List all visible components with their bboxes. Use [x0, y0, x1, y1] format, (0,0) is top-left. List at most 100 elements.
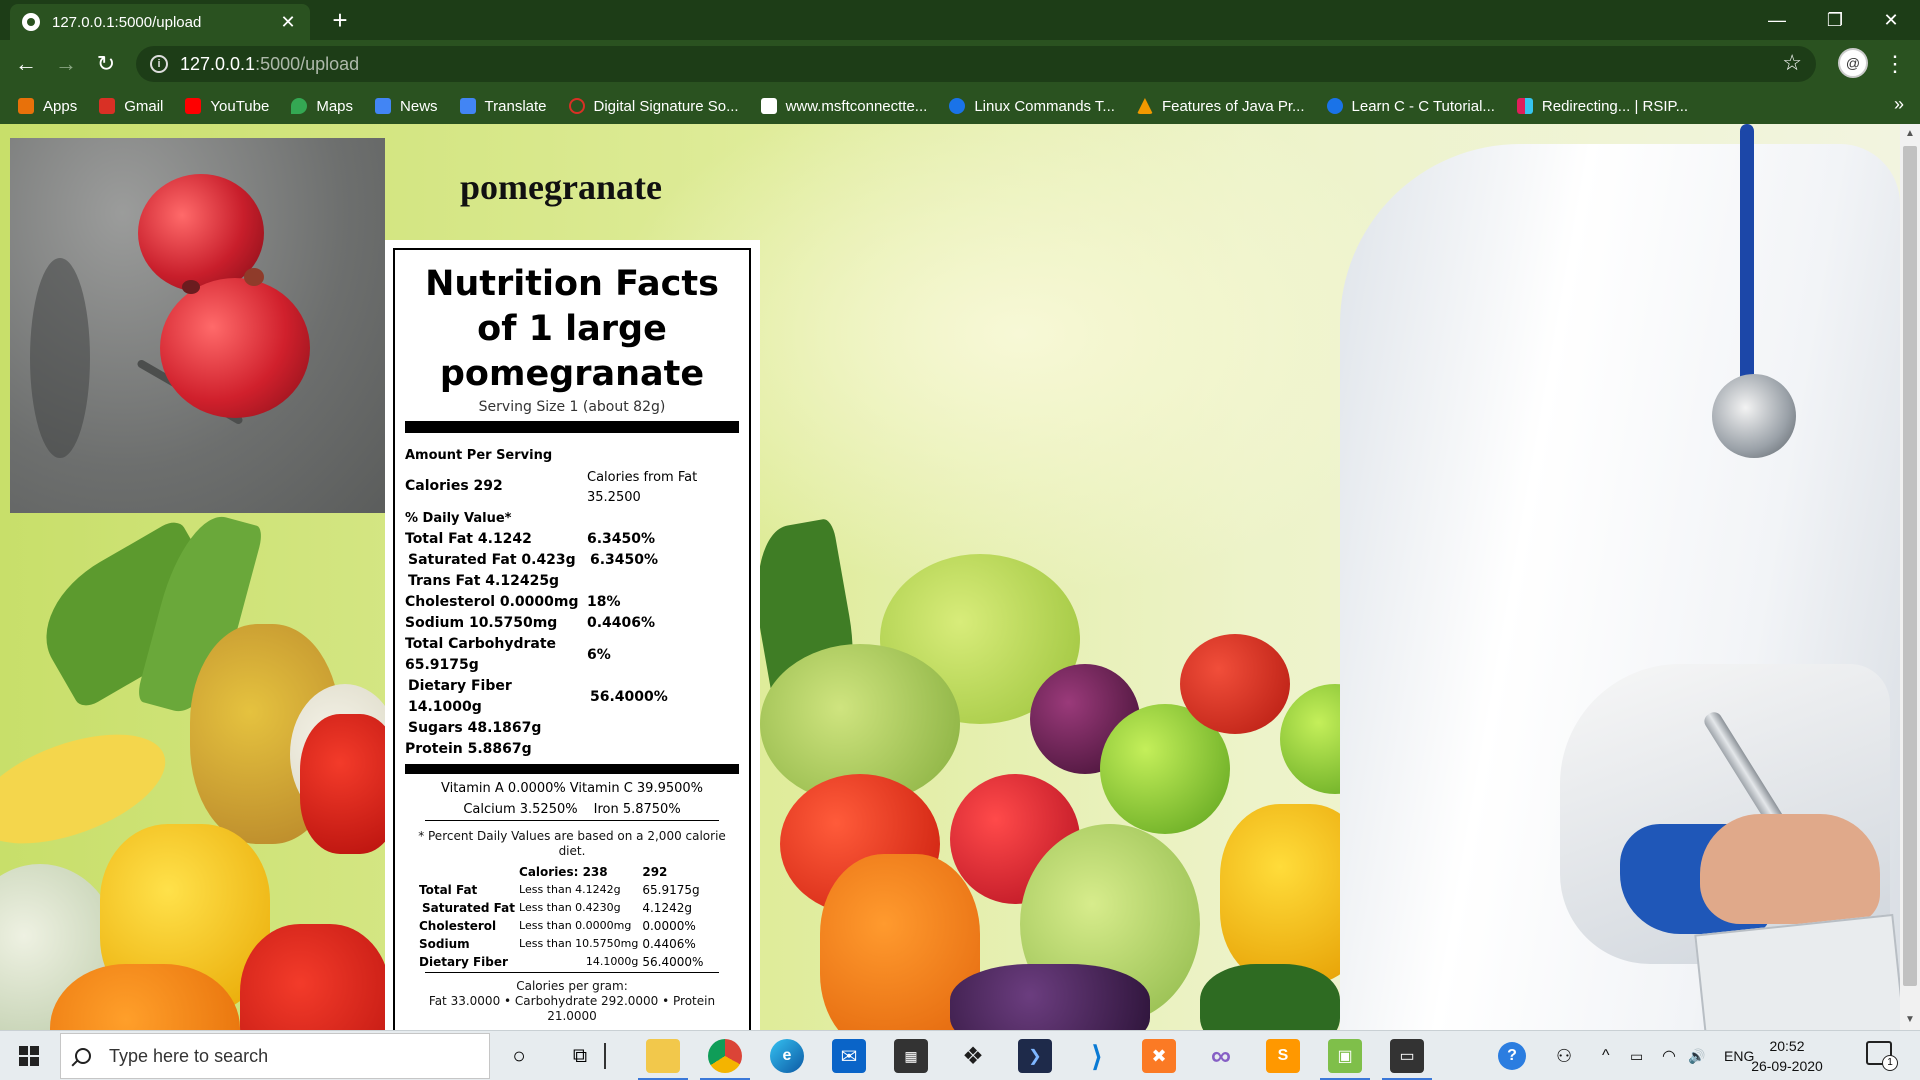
vitamin-row: Vitamin A 0.0000% Vitamin C 39.9500%	[405, 778, 739, 799]
bookmark-linux-commands[interactable]: Linux Commands T...	[949, 98, 1115, 115]
bookmark-label: Learn C - C Tutorial...	[1351, 97, 1495, 115]
forward-button[interactable]: →	[50, 48, 82, 80]
table-cell: Dietary Fiber	[419, 955, 508, 969]
sublime-icon[interactable]: S	[1266, 1039, 1300, 1073]
java-icon	[1136, 98, 1153, 114]
bookmark-java-features[interactable]: Features of Java Pr...	[1136, 98, 1305, 115]
vitamin-c: Vitamin C 39.9500%	[569, 781, 704, 796]
restore-window-button[interactable]: ❐	[1806, 0, 1864, 40]
table-cell: 0.0000%	[642, 919, 696, 933]
new-tab-button[interactable]: +	[326, 6, 354, 34]
bookmark-rsip[interactable]: Redirecting... | RSIP...	[1516, 97, 1689, 115]
more-bookmarks-icon[interactable]: »	[1894, 94, 1904, 115]
cholesterol-label: Cholesterol 0.0000mg	[405, 594, 579, 610]
volume-icon[interactable]: 🔊	[1688, 1031, 1705, 1080]
reload-button[interactable]: ↻	[90, 48, 122, 80]
bookmark-maps[interactable]: Maps	[291, 98, 353, 115]
xampp-icon[interactable]: ✖	[1142, 1039, 1176, 1073]
browser-menu-icon[interactable]: ⋮	[1880, 48, 1910, 80]
profile-avatar[interactable]: @	[1838, 48, 1868, 78]
taskbar-clock[interactable]: 20:52 26-09-2020	[1742, 1036, 1832, 1076]
saturated-fat-label: Saturated Fat 0.423g	[408, 552, 576, 568]
close-tab-icon[interactable]: ✕	[278, 12, 298, 33]
trans-fat-label: Trans Fat 4.12425g	[408, 573, 560, 589]
vscode-icon[interactable]: ⟩	[1080, 1039, 1114, 1073]
bookmark-apps[interactable]: Apps	[18, 98, 77, 115]
close-window-button[interactable]: ✕	[1862, 0, 1920, 40]
back-button[interactable]: ←	[10, 48, 42, 80]
bookmark-label: Redirecting... | RSIP...	[1541, 97, 1689, 115]
site-info-icon[interactable]: i	[150, 55, 168, 73]
help-icon[interactable]: ?	[1498, 1042, 1526, 1070]
start-button[interactable]	[0, 1031, 58, 1080]
show-hidden-icons-icon[interactable]: ^	[1602, 1031, 1610, 1080]
visual-studio-icon[interactable]: ∞	[1204, 1039, 1238, 1073]
search-placeholder: Type here to search	[109, 1045, 269, 1066]
uploaded-fruit-photo	[10, 138, 385, 513]
dietary-fiber-dv: 56.4000%	[590, 688, 668, 705]
file-explorer-icon[interactable]	[638, 1039, 688, 1080]
calories-value: Calories 292	[405, 478, 503, 494]
bookmark-digital-signature[interactable]: Digital Signature So...	[568, 98, 739, 115]
calories-per-gram-header: Calories per gram:	[516, 979, 628, 993]
minimize-window-button[interactable]: —	[1748, 0, 1806, 40]
table-cell: Sodium	[419, 937, 470, 951]
bookmark-news[interactable]: News	[375, 98, 438, 115]
translate-icon	[459, 98, 476, 114]
dropbox-icon[interactable]: ❖	[956, 1039, 990, 1073]
learn-c-icon	[1326, 98, 1343, 114]
mail-icon[interactable]: ✉	[832, 1039, 866, 1073]
bookmark-label: News	[400, 97, 438, 115]
bookmark-star-icon[interactable]: ☆	[1782, 50, 1802, 76]
protein-dv	[587, 739, 739, 760]
wifi-icon[interactable]: ◠	[1662, 1031, 1676, 1080]
table-cell: 0.4406%	[642, 937, 696, 951]
action-center-icon[interactable]: 1	[1866, 1041, 1898, 1071]
sodium-dv: 0.4406%	[587, 615, 656, 631]
gmail-icon	[99, 98, 116, 114]
bookmark-label: Gmail	[124, 97, 164, 115]
powershell-icon[interactable]: ❯	[1018, 1039, 1052, 1073]
mineral-row: Calcium 3.5250% Iron 5.8750%	[405, 799, 739, 820]
store-icon[interactable]: ▦	[894, 1039, 928, 1073]
image-viewer-icon[interactable]: ▣	[1320, 1039, 1370, 1080]
bookmark-learn-c[interactable]: Learn C - C Tutorial...	[1326, 97, 1495, 115]
task-view-icon[interactable]: ⧉	[563, 1039, 597, 1073]
bookmark-translate[interactable]: Translate	[459, 98, 547, 115]
notification-count: 1	[1882, 1055, 1898, 1071]
cortana-icon[interactable]: ○	[502, 1039, 536, 1073]
cholesterol-dv: 18%	[587, 594, 621, 610]
table-cell: Less than 0.0000mg	[519, 919, 632, 932]
daily-value-header: % Daily Value*	[405, 511, 512, 526]
digital-signature-icon	[568, 98, 585, 114]
bookmark-label: Maps	[316, 97, 354, 115]
table-row: Dietary Fiber 14.1000g 56.4000%	[417, 953, 705, 971]
chrome-icon[interactable]	[700, 1039, 750, 1080]
scrollbar-thumb[interactable]	[1903, 146, 1917, 986]
calories-per-gram: Fat 33.0000 • Carbohydrate 292.0000 • Pr…	[428, 994, 716, 1023]
table-cell: 292	[642, 865, 668, 879]
taskbar-search-box[interactable]: Type here to search	[60, 1033, 490, 1079]
page-scrollbar[interactable]: ▲ ▼	[1900, 124, 1920, 1030]
address-bar[interactable]: i 127.0.0.1:5000/upload ☆	[136, 46, 1816, 82]
table-cell: 56.4000%	[642, 955, 704, 969]
table-cell: Saturated Fat	[422, 901, 516, 915]
search-icon	[75, 1048, 91, 1064]
scroll-up-icon[interactable]: ▲	[1900, 124, 1920, 144]
browser-tab[interactable]: 127.0.0.1:5000/upload ✕	[10, 4, 310, 40]
bookmark-msftconnect[interactable]: www.msftconnectte...	[760, 98, 927, 115]
bookmark-label: Linux Commands T...	[974, 97, 1115, 115]
edge-icon[interactable]: e	[770, 1039, 804, 1073]
bookmark-youtube[interactable]: YouTube	[185, 98, 269, 115]
url-path: :5000/upload	[255, 53, 360, 74]
terminal-icon[interactable]: ▭	[1382, 1039, 1432, 1080]
people-icon[interactable]: ⚇	[1556, 1031, 1572, 1080]
windows-taskbar: Type here to search ○ ⧉ e ✉ ▦ ❖ ❯ ⟩ ✖ ∞ …	[0, 1030, 1920, 1080]
scroll-down-icon[interactable]: ▼	[1900, 1010, 1920, 1030]
bookmark-gmail[interactable]: Gmail	[99, 98, 163, 115]
tab-title: 127.0.0.1:5000/upload	[52, 13, 202, 31]
nutrition-title: Nutrition Facts of 1 large pomegranate	[425, 264, 719, 394]
battery-icon[interactable]: ▭	[1630, 1031, 1643, 1080]
calcium: Calcium 3.5250%	[463, 802, 578, 817]
table-row: Saturated Fat Less than 0.4230g 4.1242g	[417, 899, 705, 917]
